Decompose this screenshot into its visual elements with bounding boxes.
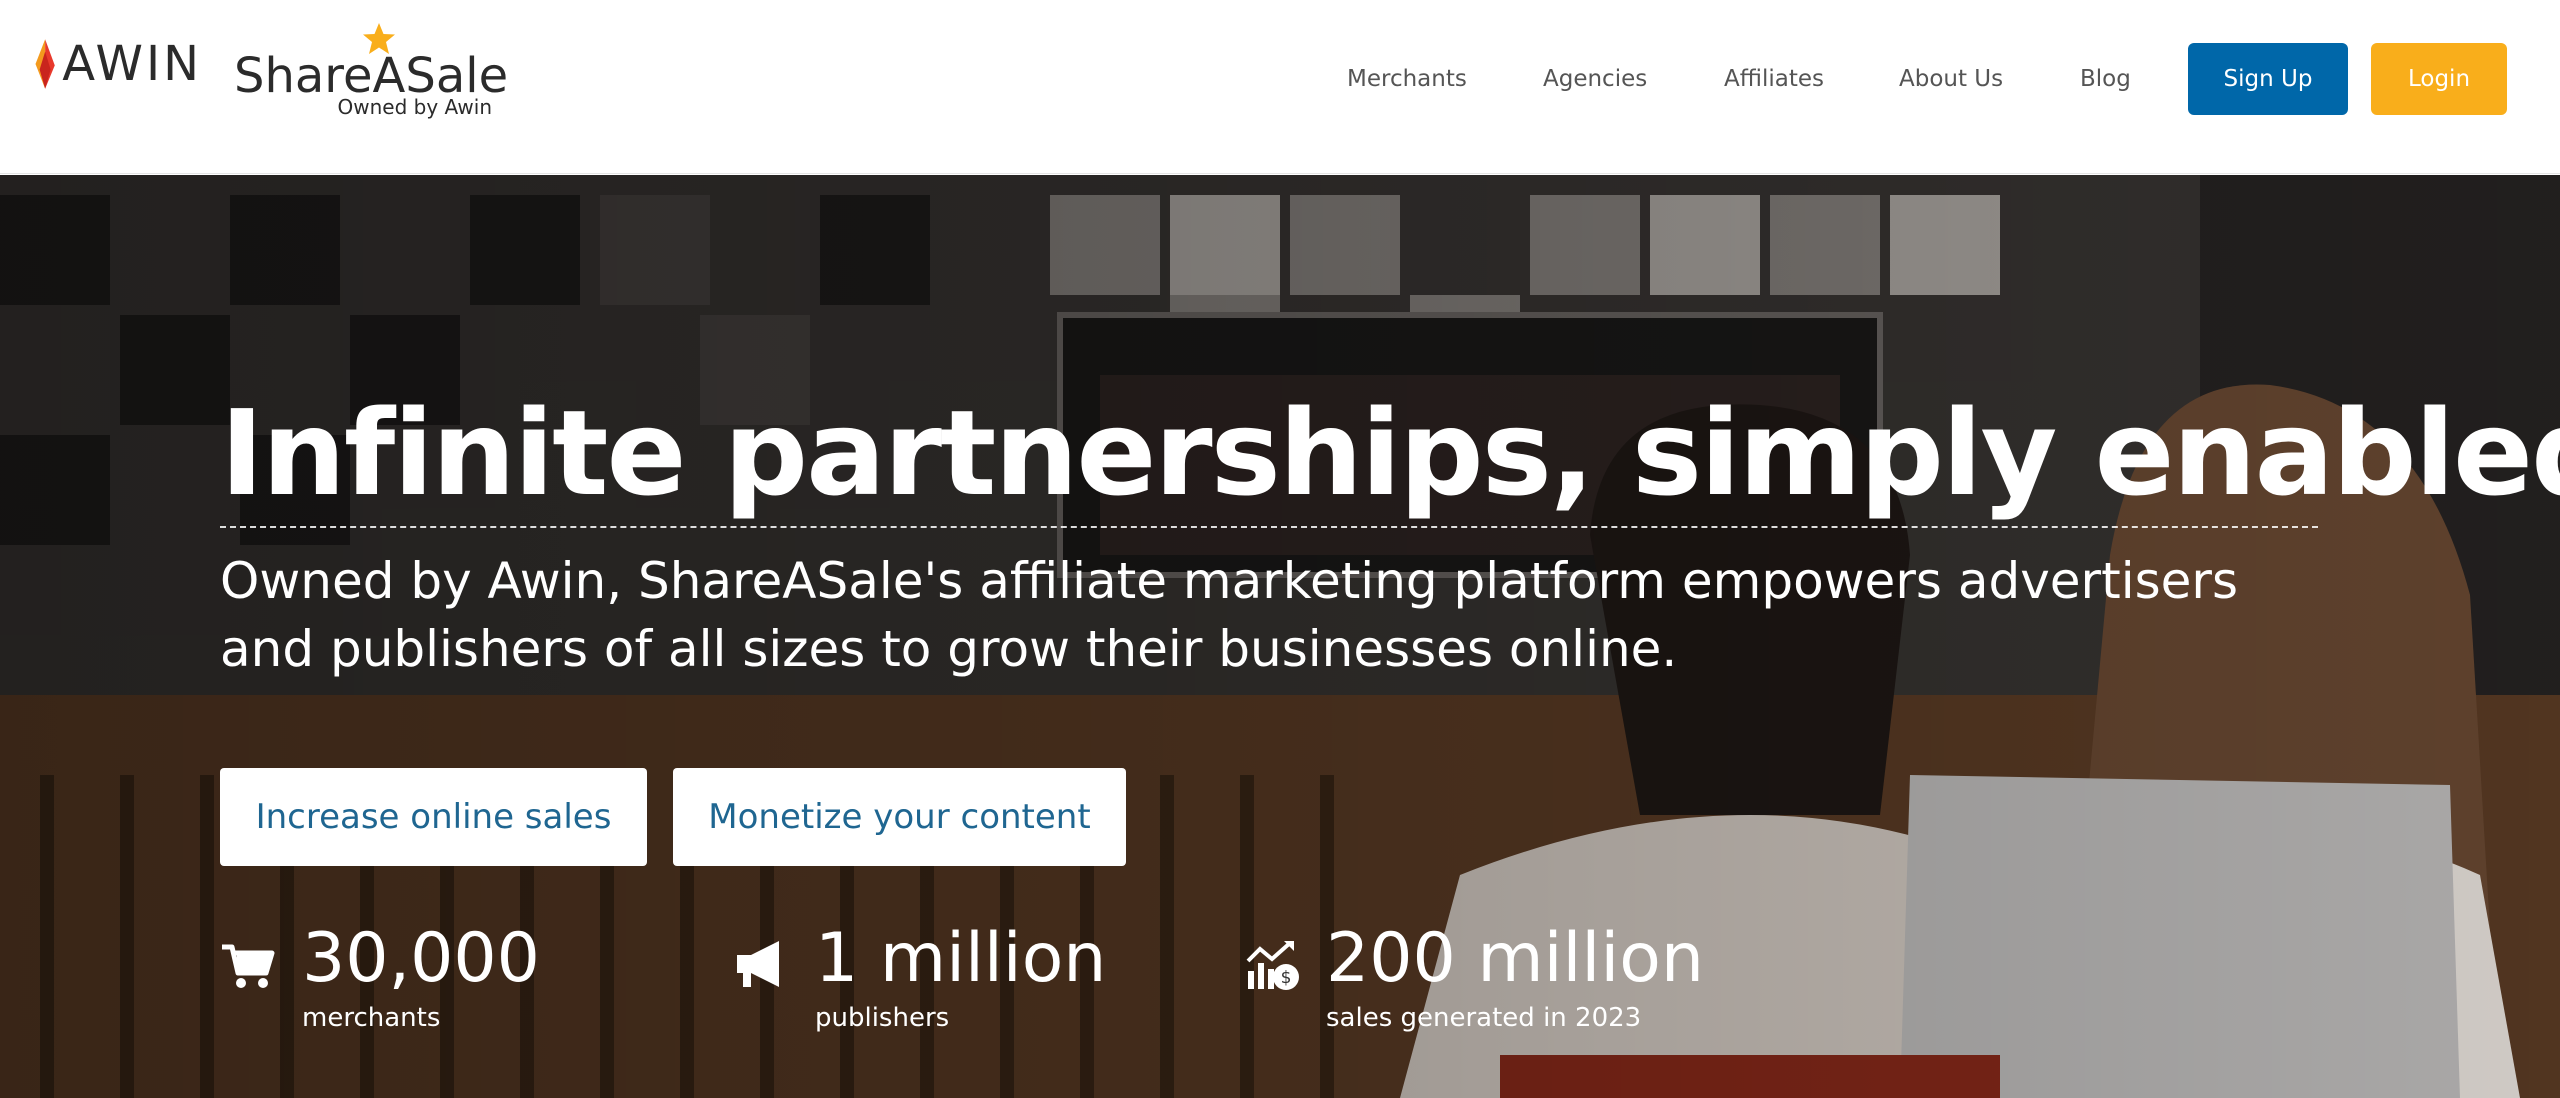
hero-subtitle: Owned by Awin, ShareASale's affiliate ma… xyxy=(220,552,2239,678)
stat-publishers: 1 million publishers xyxy=(733,919,1213,1043)
stat-label: publishers xyxy=(815,1003,950,1033)
megaphone-icon xyxy=(737,941,779,987)
hero-section: Infinite partnerships, simply enabled. O… xyxy=(0,175,2560,1098)
nav-blog[interactable]: Blog xyxy=(2080,54,2131,104)
main-nav: Merchants Agencies Affiliates About Us B… xyxy=(0,54,2560,104)
sign-up-button[interactable]: Sign Up xyxy=(2188,43,2348,115)
login-button[interactable]: Login xyxy=(2371,43,2507,115)
stat-label: merchants xyxy=(302,1003,441,1033)
site-header: AWIN ShareASale Owned by Awin Merchants … xyxy=(0,0,2560,174)
nav-agencies[interactable]: Agencies xyxy=(1543,54,1647,104)
cart-icon xyxy=(222,944,275,988)
svg-text:$: $ xyxy=(1281,968,1292,988)
stat-value: 200 million xyxy=(1326,919,1704,998)
stat-label: sales generated in 2023 xyxy=(1326,1003,1642,1033)
monetize-content-button[interactable]: Monetize your content xyxy=(673,768,1126,866)
stat-value: 1 million xyxy=(815,919,1107,998)
nav-merchants[interactable]: Merchants xyxy=(1347,54,1467,104)
hero-title: Infinite partnerships, simply enabled. xyxy=(220,384,2560,522)
nav-about-us[interactable]: About Us xyxy=(1899,54,2003,104)
stat-merchants: 30,000 merchants xyxy=(220,919,700,1043)
stat-value: 30,000 xyxy=(302,919,540,998)
stat-sales: $ 200 million sales generated in 2023 xyxy=(1244,919,1844,1043)
nav-affiliates[interactable]: Affiliates xyxy=(1724,54,1824,104)
sales-growth-icon: $ xyxy=(1246,941,1299,990)
increase-online-sales-button[interactable]: Increase online sales xyxy=(220,768,647,866)
hero-divider xyxy=(220,526,2318,528)
